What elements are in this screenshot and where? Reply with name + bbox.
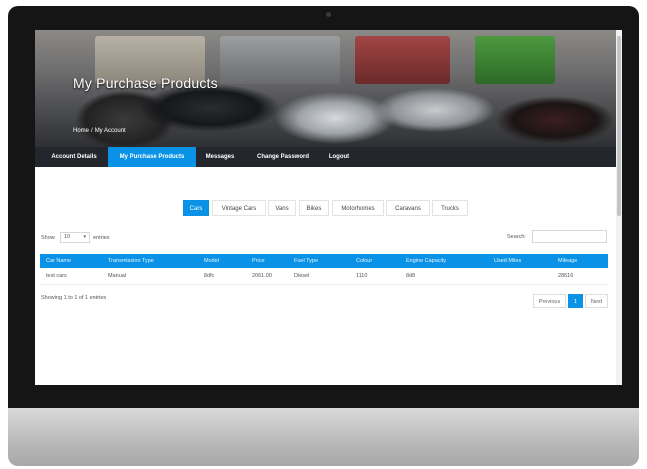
table-cell: Diesel [294, 273, 310, 279]
nav-messages[interactable]: Messages [198, 147, 242, 167]
column-header[interactable]: Colour [356, 254, 372, 268]
next-button[interactable]: Next [585, 294, 608, 308]
tab-caravans[interactable]: Caravans [386, 200, 430, 216]
table-cell: 1110 [356, 273, 368, 279]
table-header: Car Name Transmission Type Model Price F… [40, 254, 608, 268]
entries-label: entries [93, 235, 110, 241]
screen: My Purchase Products Home / My Account Acc… [35, 30, 622, 385]
table-cell: 8d8 [406, 273, 416, 279]
tab-vans[interactable]: Vans [268, 200, 296, 216]
tab-bikes[interactable]: Bikes [299, 200, 329, 216]
column-header[interactable]: Transmission Type [108, 254, 154, 268]
table-cell: test cars [46, 273, 67, 279]
truck-image [220, 36, 340, 84]
nav-account-details[interactable]: Account Details [41, 147, 107, 167]
table-cell: 2061.00 [252, 273, 272, 279]
search-input[interactable] [532, 230, 607, 243]
search-label: Search: [507, 234, 526, 240]
column-header[interactable]: Price [252, 254, 265, 268]
table-info: Showing 1 to 1 of 1 entries [41, 295, 107, 301]
truck-image [355, 36, 450, 84]
breadcrumb-current: My Account [94, 128, 126, 134]
page-1-button[interactable]: 1 [568, 294, 583, 308]
breadcrumb: Home / My Account [73, 128, 128, 134]
hero-banner: My Purchase Products Home / My Account [35, 30, 622, 147]
column-header[interactable]: Mileage [558, 254, 577, 268]
table-cell: 28616 [558, 273, 574, 279]
chevron-down-icon: ▾ [83, 234, 86, 240]
tab-trucks[interactable]: Trucks [432, 200, 468, 216]
table-cell: 8dfc [204, 273, 215, 279]
show-label: Show [41, 235, 55, 241]
tab-cars[interactable]: Cars [183, 200, 209, 216]
entries-select[interactable]: 10 ▾ [60, 232, 90, 243]
breadcrumb-separator: / [91, 128, 93, 134]
truck-image [475, 36, 555, 84]
account-nav: Account Details My Purchase Products Mes… [35, 147, 622, 167]
tab-motorhomes[interactable]: Motorhomes [332, 200, 384, 216]
table-row: test cars Manual 8dfc 2061.00 Diesel 111… [40, 268, 608, 285]
page-title: My Purchase Products [73, 75, 218, 91]
webcam-icon [326, 12, 331, 17]
previous-button[interactable]: Previous [533, 294, 566, 308]
nav-my-purchase-products[interactable]: My Purchase Products [108, 147, 196, 167]
column-header[interactable]: Used Miles [494, 254, 521, 268]
scrollbar-thumb[interactable] [617, 36, 621, 216]
column-header[interactable]: Car Name [46, 254, 71, 268]
nav-change-password[interactable]: Change Password [245, 147, 321, 167]
column-header[interactable]: Engine Capacity [406, 254, 446, 268]
tab-vintage-cars[interactable]: Vintage Cars [212, 200, 266, 216]
nav-logout[interactable]: Logout [321, 147, 357, 167]
column-header[interactable]: Model [204, 254, 219, 268]
monitor-chin [8, 408, 639, 466]
breadcrumb-home-link[interactable]: Home [73, 128, 89, 134]
table-cell: Manual [108, 273, 127, 279]
column-header[interactable]: Fuel Type [294, 254, 318, 268]
entries-select-value: 10 [64, 234, 71, 240]
